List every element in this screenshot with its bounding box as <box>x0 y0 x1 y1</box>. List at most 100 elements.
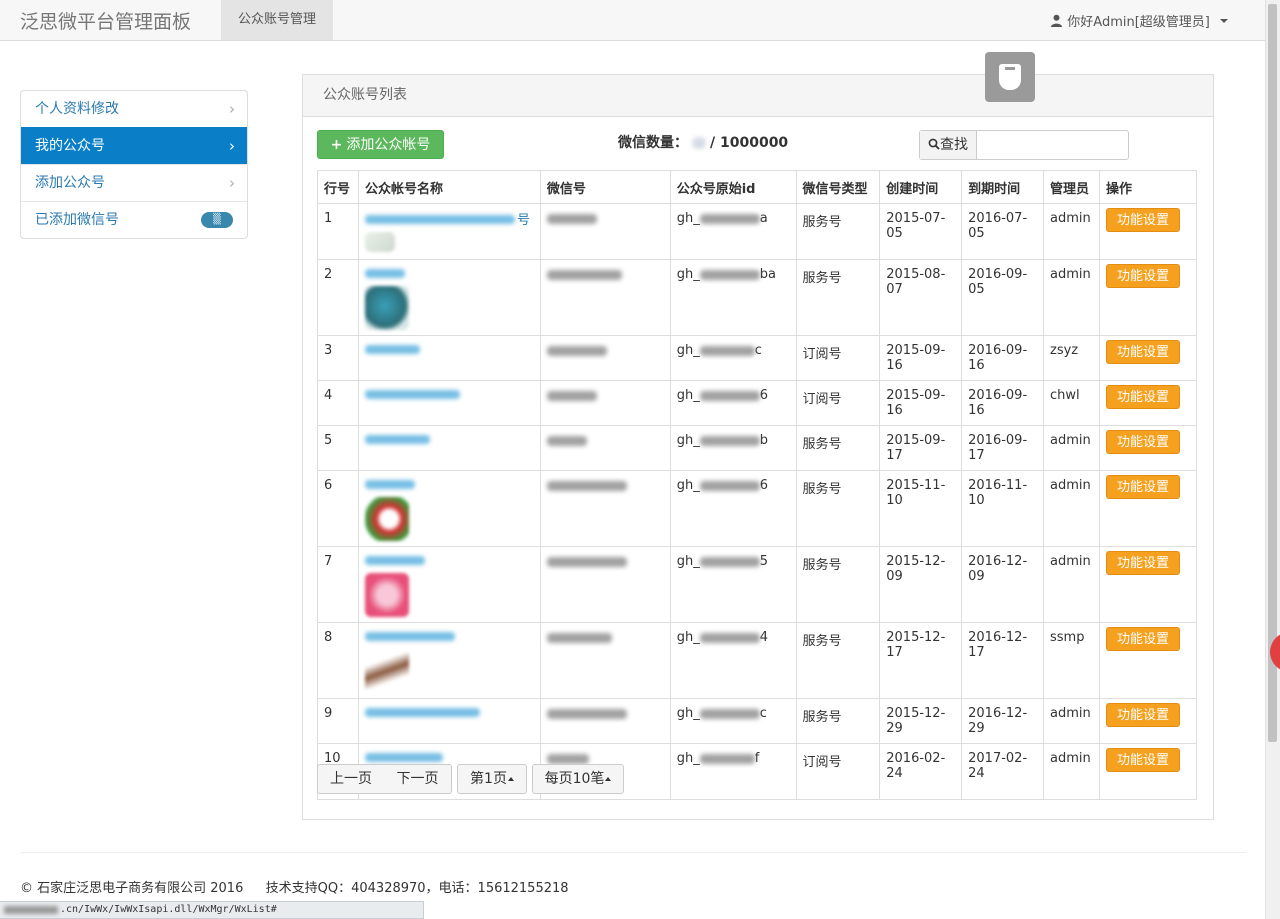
function-settings-button[interactable]: 功能设置 <box>1106 208 1180 232</box>
original-id-prefix: gh_ <box>676 433 700 448</box>
created-date: 2015-07-05 <box>879 203 963 260</box>
search-button[interactable]: 查找 <box>920 131 977 159</box>
account-name-redacted[interactable] <box>364 215 515 224</box>
function-settings-button[interactable]: 功能设置 <box>1106 703 1180 727</box>
account-name-redacted[interactable] <box>364 753 443 762</box>
admin-name: zsyz <box>1043 335 1100 381</box>
url-host-redacted <box>4 906 58 914</box>
account-name-cell[interactable] <box>357 259 541 336</box>
created-date: 2015-09-16 <box>879 335 963 381</box>
wechat-id-redacted <box>546 269 622 280</box>
account-name-redacted[interactable] <box>364 390 460 399</box>
function-settings-button[interactable]: 功能设置 <box>1106 627 1180 651</box>
account-name-cell[interactable] <box>357 698 541 744</box>
col-header: 行号 <box>317 170 359 204</box>
tab-account-management[interactable]: 公众账号管理 <box>221 0 333 40</box>
account-name-redacted[interactable] <box>364 435 430 444</box>
function-settings-button[interactable]: 功能设置 <box>1106 551 1180 575</box>
action-cell: 功能设置 <box>1099 203 1197 260</box>
original-id-cell: gh_ b <box>669 425 797 471</box>
table-row: 4 gh_ 6 订阅号 2015-09-16 2016-09-16 chwl 功能设置 <box>317 380 1197 426</box>
original-id-redacted <box>699 390 760 401</box>
per-page-select[interactable]: 每页10笔 <box>532 764 624 794</box>
original-id-tail: 4 <box>759 630 768 645</box>
account-name-redacted[interactable] <box>364 480 415 489</box>
sidebar-item-profile[interactable]: 个人资料修改 › <box>21 91 247 127</box>
created-date: 2015-12-29 <box>879 698 963 744</box>
created-date: 2016-02-24 <box>879 743 963 800</box>
next-page-button[interactable]: 下一页 <box>384 764 452 794</box>
plus-icon: + <box>330 137 343 153</box>
page-select[interactable]: 第1页 <box>457 764 527 794</box>
count-label: 微信数量： <box>618 135 688 151</box>
wechat-id-redacted <box>546 435 587 446</box>
account-name-redacted[interactable] <box>364 345 420 354</box>
original-id-tail: ba <box>759 267 776 282</box>
function-settings-button[interactable]: 功能设置 <box>1106 475 1180 499</box>
account-type: 服务号 <box>795 425 881 471</box>
original-id-redacted <box>699 480 760 491</box>
user-icon <box>1050 14 1063 27</box>
account-name-cell[interactable] <box>357 470 541 547</box>
row-number: 2 <box>317 259 359 336</box>
account-name-suffix[interactable]: 号 <box>517 213 530 228</box>
footer-support: 技术支持QQ：404328970，电话：15612155218 <box>265 881 569 896</box>
account-name-cell[interactable] <box>357 335 541 381</box>
original-id-prefix: gh_ <box>676 554 700 569</box>
account-type: 订阅号 <box>795 335 881 381</box>
account-name-cell[interactable] <box>357 380 541 426</box>
expiry-date: 2016-09-16 <box>961 335 1045 381</box>
original-id-redacted <box>699 213 760 224</box>
chevron-right-icon: › <box>229 137 235 155</box>
original-id-tail: 6 <box>759 388 768 403</box>
footer-divider <box>20 852 1246 853</box>
function-settings-button[interactable]: 功能设置 <box>1106 385 1180 409</box>
top-navbar: 泛思微平台管理面板 公众账号管理 你好Admin[超级管理员] <box>0 0 1266 41</box>
original-id-prefix: gh_ <box>676 211 700 226</box>
sidebar-item-add-account[interactable]: 添加公众号 › <box>21 164 247 201</box>
function-settings-button[interactable]: 功能设置 <box>1106 430 1180 454</box>
account-name-redacted[interactable] <box>364 556 425 565</box>
user-menu[interactable]: 你好Admin[超级管理员] <box>1050 11 1228 30</box>
app-brand[interactable]: 泛思微平台管理面板 <box>20 7 191 34</box>
created-date: 2015-09-17 <box>879 425 963 471</box>
usb-device-icon[interactable] <box>985 52 1035 102</box>
table-row: 7 gh_ 5 服务号 2015-12-09 2016-12-09 admin 功能设置 <box>317 546 1197 623</box>
function-settings-button[interactable]: 功能设置 <box>1106 340 1180 364</box>
search-input[interactable] <box>977 131 1137 159</box>
count-value-redacted <box>692 137 706 149</box>
row-number: 8 <box>317 622 359 699</box>
original-id-prefix: gh_ <box>676 388 700 403</box>
sidebar-item-my-accounts[interactable]: 我的公众号 › <box>21 127 247 164</box>
function-settings-button[interactable]: 功能设置 <box>1106 748 1180 772</box>
prev-page-button[interactable]: 上一页 <box>317 764 385 794</box>
account-name-cell[interactable] <box>357 622 541 699</box>
action-cell: 功能设置 <box>1099 546 1197 623</box>
account-name-cell[interactable]: 号 <box>357 203 541 260</box>
expiry-date: 2016-09-17 <box>961 425 1045 471</box>
panel-title: 公众账号列表 <box>303 75 1213 117</box>
admin-name: admin <box>1043 743 1100 800</box>
action-cell: 功能设置 <box>1099 259 1197 336</box>
function-settings-button[interactable]: 功能设置 <box>1106 264 1180 288</box>
account-name-redacted[interactable] <box>364 632 455 641</box>
wechat-id-redacted <box>546 632 612 643</box>
account-name-cell[interactable] <box>357 546 541 623</box>
original-id-redacted <box>699 556 760 567</box>
sidebar-item-added-wechat[interactable]: 已添加微信号 ▒ <box>21 201 247 238</box>
expiry-date: 2016-09-16 <box>961 380 1045 426</box>
table-row: 3 gh_ c 订阅号 2015-09-16 2016-09-16 zsyz 功能设置 <box>317 335 1197 381</box>
scrollbar-thumb[interactable] <box>1268 4 1277 742</box>
account-name-redacted[interactable] <box>364 269 405 278</box>
col-header: 公众号原始id <box>669 170 797 204</box>
footer: © 石家庄泛思电子商务有限公司 2016 技术支持QQ：404328970，电话… <box>20 877 569 896</box>
add-account-button[interactable]: + 添加公众帐号 <box>317 130 444 159</box>
col-header: 到期时间 <box>961 170 1045 204</box>
original-id-tail: 5 <box>759 554 768 569</box>
account-name-redacted[interactable] <box>364 708 480 717</box>
row-number: 4 <box>317 380 359 426</box>
account-name-cell[interactable] <box>357 425 541 471</box>
original-id-cell: gh_ c <box>669 335 797 381</box>
vertical-scrollbar[interactable] <box>1265 0 1280 919</box>
original-id-prefix: gh_ <box>676 706 700 721</box>
